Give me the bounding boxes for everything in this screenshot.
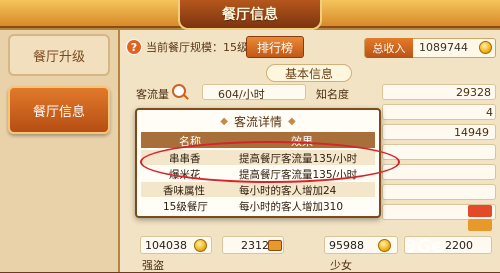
stat-bar-5	[382, 164, 496, 180]
title-deco-left: ◆	[220, 115, 228, 127]
bottom-left-value: 104038	[145, 239, 187, 252]
income-label: 总收入	[365, 38, 413, 58]
coin-icon	[378, 239, 391, 252]
popup-title: ◆ 客流详情 ◆	[137, 110, 379, 132]
bottom-right-value: 95988	[329, 239, 364, 252]
income-value: 1089744	[419, 41, 468, 54]
bottom-right-coin-value: 2200	[445, 239, 473, 252]
row-name: 15级餐厅	[163, 201, 208, 213]
sidebar-item-upgrade[interactable]: 餐厅升级	[8, 34, 110, 76]
row-effect: 每小时的客人增加310	[239, 201, 344, 213]
coin-icon	[479, 41, 492, 54]
scale-label: 当前餐厅规模：15级	[146, 41, 248, 54]
stat-bar-2	[382, 104, 496, 120]
window-title: 餐厅信息	[178, 0, 322, 30]
chest-icon	[268, 240, 282, 251]
sidebar: 餐厅升级 餐厅信息	[0, 30, 118, 272]
rank-button[interactable]: 排行榜	[246, 36, 304, 58]
row-effect: 每小时的客人增加24	[239, 185, 337, 197]
stat-value-2: 4	[486, 106, 493, 119]
income-box: 总收入 1089744	[364, 38, 496, 58]
popup-title-text: 客流详情	[233, 114, 282, 129]
scale-row: ? 当前餐厅规模：15级	[126, 36, 248, 58]
watermark: 9Ge	[404, 236, 444, 257]
flow-value: 604/小时	[218, 88, 265, 101]
bottom-left-label: 强盗	[142, 259, 164, 272]
sidebar-item-info[interactable]: 餐厅信息	[8, 86, 110, 134]
highlight-oval	[140, 141, 400, 183]
stat-bar-4	[382, 144, 496, 160]
row-name: 香味属性	[163, 185, 205, 197]
fame-value: 29328	[456, 86, 491, 99]
flow-label: 客流量	[136, 88, 169, 101]
stat-bar-6	[382, 184, 496, 200]
stat-value-3: 14949	[454, 126, 489, 139]
section-title: 基本信息	[266, 64, 352, 82]
magnifier-icon[interactable]	[172, 84, 186, 98]
game-window: 餐厅信息 餐厅升级 餐厅信息 ? 当前餐厅规模：15级 排行榜 总收入 1089…	[0, 0, 500, 272]
coin-icon	[194, 239, 207, 252]
bottom-left-coin-value: 2312	[241, 239, 269, 252]
bottom-right-label: 少女	[330, 259, 352, 272]
table-row: 15级餐厅 每小时的客人增加310	[141, 198, 375, 213]
chest-icon	[468, 219, 492, 231]
table-row: 香味属性 每小时的客人增加24	[141, 182, 375, 197]
question-icon[interactable]: ?	[126, 39, 142, 55]
fame-label: 知名度	[316, 88, 349, 101]
gift-icon	[468, 205, 492, 217]
title-deco-right: ◆	[288, 115, 296, 127]
